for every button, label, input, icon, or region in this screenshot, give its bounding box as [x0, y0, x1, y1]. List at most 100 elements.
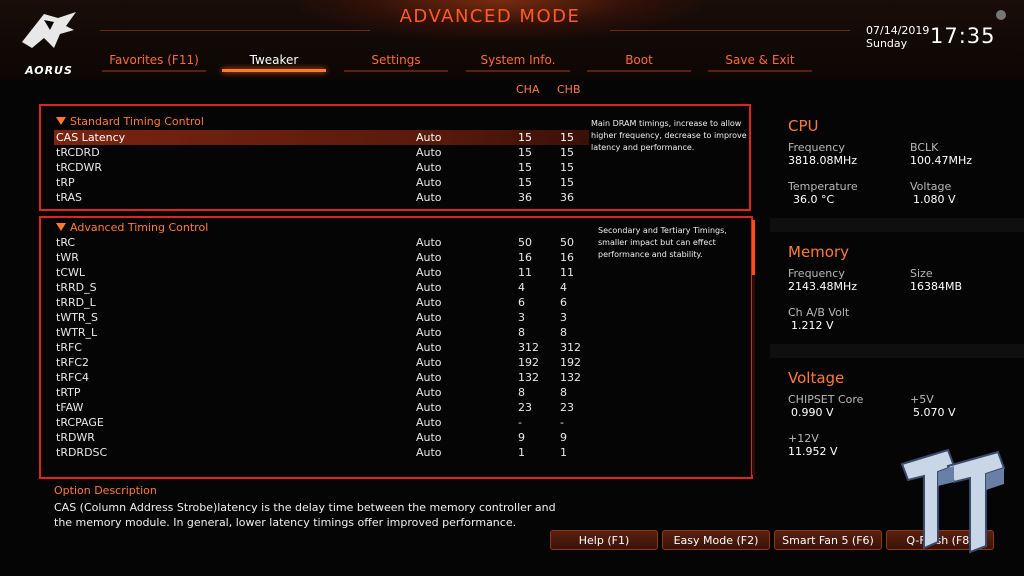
row-label: tRRD_S	[56, 281, 97, 294]
row-chb-value: 15	[560, 131, 574, 144]
table-row[interactable]: tRFC2 Auto 192 192	[54, 355, 589, 370]
row-mode: Auto	[416, 326, 442, 339]
table-row[interactable]: tRC Auto 50 50	[54, 235, 589, 250]
row-chb-value: 132	[560, 371, 581, 384]
row-label: tRFC4	[56, 371, 89, 384]
standard-timing-title[interactable]: Standard Timing Control	[56, 115, 204, 128]
help-button[interactable]: Help (F1)	[550, 530, 658, 550]
table-row[interactable]: tRFC4 Auto 132 132	[54, 370, 589, 385]
table-row[interactable]: tRCDRD Auto 15 15	[54, 145, 589, 160]
memory-size-value: 16384MB	[910, 280, 963, 293]
row-mode: Auto	[416, 176, 442, 189]
advanced-timing-help: Secondary and Tertiary Timings, smaller …	[598, 226, 727, 259]
table-row[interactable]: tRCPAGE Auto - -	[54, 415, 589, 430]
standard-timing-help: Main DRAM timings, increase to allow hig…	[591, 119, 747, 152]
date-display: 07/14/2019 Sunday	[866, 24, 929, 50]
header-line-left	[100, 30, 370, 31]
row-cha-value: 6	[518, 296, 525, 309]
table-row[interactable]: tRCDWR Auto 15 15	[54, 160, 589, 175]
row-cha-value: 4	[518, 281, 525, 294]
advanced-timing-panel: Advanced Timing Control tRC Auto 50 50 t…	[39, 216, 755, 479]
table-row[interactable]: tWTR_S Auto 3 3	[54, 310, 589, 325]
header-line-right	[610, 30, 850, 31]
row-mode: Auto	[416, 311, 442, 324]
memory-heading: Memory	[788, 243, 850, 261]
date-text: 07/14/2019	[866, 24, 930, 37]
tab-save-exit[interactable]: Save & Exit	[706, 52, 814, 74]
tab-underline	[466, 70, 570, 72]
row-label: tRDRDSC	[56, 446, 108, 459]
row-mode: Auto	[416, 401, 442, 414]
table-row[interactable]: tFAW Auto 23 23	[54, 400, 589, 415]
tab-label: Favorites (F11)	[109, 53, 199, 67]
easy-mode-button[interactable]: Easy Mode (F2)	[662, 530, 770, 550]
tab-tweaker[interactable]: Tweaker	[220, 52, 328, 74]
collapse-triangle-icon	[56, 223, 66, 231]
row-cha-value: 50	[518, 236, 532, 249]
row-mode: Auto	[416, 161, 442, 174]
chipset-core-value: 0.990 V	[791, 406, 834, 419]
row-label: tRCDRD	[56, 146, 100, 159]
section-title-text: Standard Timing Control	[70, 115, 204, 128]
row-chb-value: 50	[560, 236, 574, 249]
table-row[interactable]: tWR Auto 16 16	[54, 250, 589, 265]
tab-favorites[interactable]: Favorites (F11)	[100, 52, 208, 74]
table-row[interactable]: tRDRDSC Auto 1 1	[54, 445, 589, 460]
row-cha-value: 192	[518, 356, 539, 369]
row-mode: Auto	[416, 296, 442, 309]
tab-boot[interactable]: Boot	[585, 52, 693, 74]
row-mode: Auto	[416, 191, 442, 204]
table-row[interactable]: tRRD_S Auto 4 4	[54, 280, 589, 295]
row-mode: Auto	[416, 356, 442, 369]
row-label: tRCDWR	[56, 161, 103, 174]
section-title-text: Advanced Timing Control	[70, 221, 209, 234]
tab-underline	[708, 70, 812, 72]
settings-gear-icon[interactable]	[996, 10, 1006, 20]
table-row[interactable]: tRAS Auto 36 36	[54, 190, 589, 205]
table-row[interactable]: tCWL Auto 11 11	[54, 265, 589, 280]
plus5v-value: 5.070 V	[913, 406, 956, 419]
sidebar-separator	[770, 218, 1024, 232]
table-row[interactable]: tRDWR Auto 9 9	[54, 430, 589, 445]
row-chb-value: 192	[560, 356, 581, 369]
plus12v-label: +12V	[788, 432, 819, 445]
chipset-core-label: CHIPSET Core	[788, 393, 864, 406]
tab-underline	[587, 70, 691, 72]
table-row[interactable]: tWTR_L Auto 8 8	[54, 325, 589, 340]
tab-settings[interactable]: Settings	[342, 52, 450, 74]
advanced-timing-title[interactable]: Advanced Timing Control	[56, 221, 208, 234]
row-chb-value: 1	[560, 446, 567, 459]
row-cha-value: 3	[518, 311, 525, 324]
row-label: tRP	[56, 176, 75, 189]
tab-label: Save & Exit	[725, 53, 795, 67]
row-cha-value: 36	[518, 191, 532, 204]
row-chb-value: 11	[560, 266, 574, 279]
row-label: tRDWR	[56, 431, 95, 444]
table-row[interactable]: tRP Auto 15 15	[54, 175, 589, 190]
cpu-frequency-value: 3818.08MHz	[788, 154, 858, 167]
memory-frequency-value: 2143.48MHz	[788, 280, 858, 293]
tab-label: Tweaker	[249, 53, 299, 67]
row-label: tFAW	[56, 401, 84, 414]
row-mode: Auto	[416, 446, 442, 459]
table-row[interactable]: tRFC Auto 312 312	[54, 340, 589, 355]
row-cha-value: 23	[518, 401, 532, 414]
row-label: tRFC2	[56, 356, 89, 369]
table-row-cas-latency[interactable]: CAS Latency Auto 15 15	[54, 130, 589, 145]
table-row[interactable]: tRRD_L Auto 6 6	[54, 295, 589, 310]
tab-label: Settings	[371, 53, 421, 67]
row-label: tRC	[56, 236, 76, 249]
row-mode: Auto	[416, 131, 442, 144]
scrollbar-thumb[interactable]	[752, 220, 755, 275]
smart-fan-button[interactable]: Smart Fan 5 (F6)	[774, 530, 882, 550]
column-header-cha: CHA	[516, 83, 540, 96]
tab-label: System Info.	[480, 53, 556, 67]
tab-underline	[222, 69, 326, 72]
row-mode: Auto	[416, 146, 442, 159]
row-label: tCWL	[56, 266, 85, 279]
tab-system-info[interactable]: System Info.	[464, 52, 572, 74]
table-row[interactable]: tRTP Auto 8 8	[54, 385, 589, 400]
option-description-text: CAS (Column Address Strobe)latency is th…	[54, 501, 556, 529]
aorus-logo-text: AORUS	[25, 64, 73, 77]
collapse-triangle-icon	[56, 117, 66, 125]
